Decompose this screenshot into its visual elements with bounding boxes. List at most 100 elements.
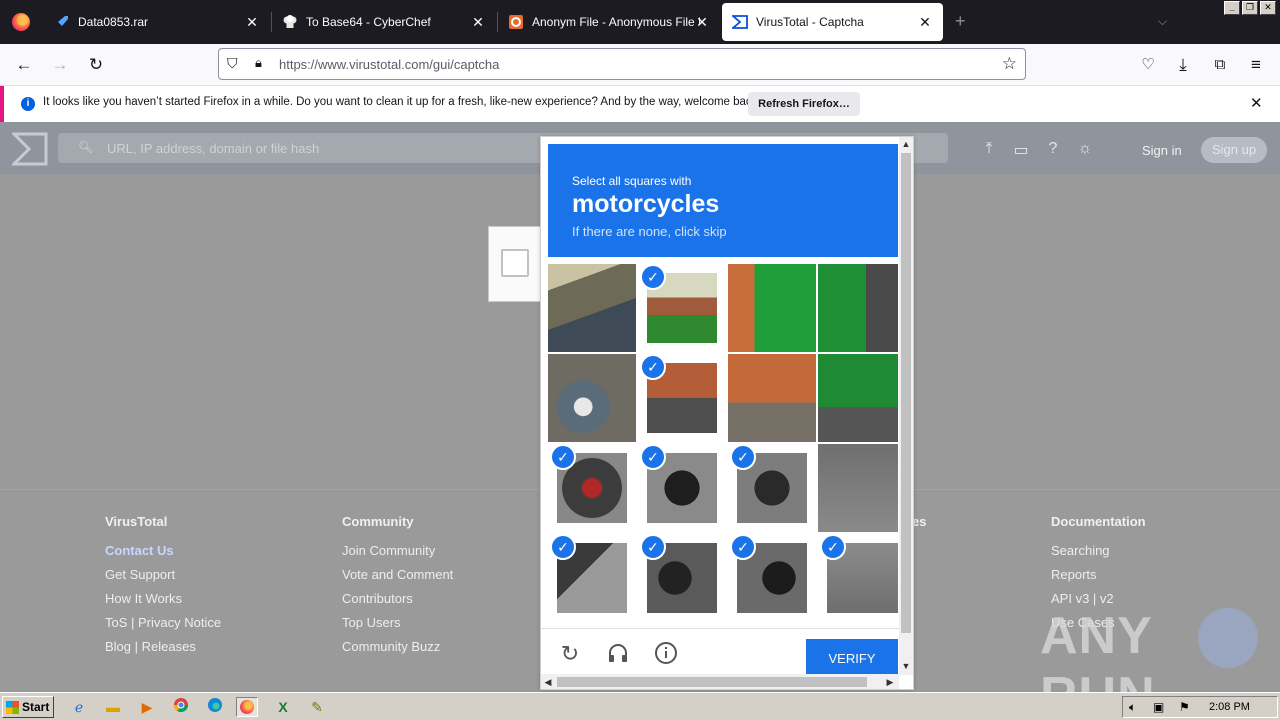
footer-heading: es (912, 514, 927, 529)
volume-icon[interactable]: 🔈︎ (1129, 700, 1136, 715)
close-window-icon[interactable]: ✕ (1260, 1, 1276, 15)
folder-icon[interactable]: ▬ (102, 697, 124, 717)
close-tab-icon[interactable]: ✕ (917, 14, 933, 30)
scroll-up-icon[interactable]: ▲ (899, 137, 913, 151)
footer-link[interactable]: Reports (1051, 567, 1146, 583)
footer-heading: Community (342, 514, 414, 529)
anyrun-chat-button[interactable] (1198, 608, 1258, 668)
footer-link[interactable]: ToS | Privacy Notice (105, 615, 221, 631)
media-player-icon[interactable]: ▶ (136, 697, 158, 717)
captcha-tile-selected[interactable]: ✓ (548, 444, 636, 532)
footer-link[interactable]: Get Support (105, 567, 221, 583)
footer-link[interactable]: API v3 | v2 (1051, 591, 1146, 607)
close-tab-icon[interactable]: ✕ (470, 14, 486, 30)
close-tab-icon[interactable]: ✕ (694, 14, 710, 30)
captcha-tile-selected[interactable]: ✓ (818, 534, 898, 622)
download-icon[interactable]: ⤓ (1173, 55, 1193, 75)
headphones-icon[interactable] (605, 641, 631, 667)
back-arrow-icon[interactable]: ← (14, 55, 34, 75)
virustotal-favicon-icon (730, 14, 748, 30)
hamburger-menu-icon[interactable]: ≡ (1246, 55, 1266, 75)
footer-link[interactable]: Contributors (342, 591, 453, 607)
theme-sun-icon[interactable]: ☼ (1076, 140, 1094, 158)
scrollbar-thumb[interactable] (901, 153, 911, 633)
scroll-down-icon[interactable]: ▼ (899, 659, 913, 673)
captcha-tile[interactable] (728, 354, 816, 442)
captcha-tile-selected[interactable]: ✓ (728, 534, 816, 622)
footer-link[interactable]: Community Buzz (342, 639, 453, 655)
lock-icon[interactable]: 🔒︎ (255, 55, 262, 71)
footer-link[interactable]: Contact Us (105, 543, 221, 559)
check-icon: ✓ (730, 444, 756, 470)
url-text[interactable]: https://www.virustotal.com/gui/captcha (279, 57, 499, 72)
scrollbar-thumb[interactable] (557, 677, 867, 687)
tab-title: VirusTotal - Captcha (756, 15, 864, 29)
footer-link[interactable]: How It Works (105, 591, 221, 607)
chat-icon[interactable]: ▭ (1012, 140, 1030, 160)
captcha-tile-selected[interactable]: ✓ (638, 354, 726, 442)
upload-icon[interactable]: ⤒ (980, 140, 998, 158)
tab-anonym-file[interactable]: Anonym File - Anonymous File Uplo ✕ (498, 3, 720, 41)
vertical-scrollbar[interactable]: ▲ ▼ (899, 137, 913, 675)
tab-virustotal-captcha[interactable]: VirusTotal - Captcha ✕ (722, 3, 943, 41)
tab-bar: Data0853.rar ✕ To Base64 - CyberChef ✕ A… (0, 0, 1280, 44)
captcha-tile-selected[interactable]: ✓ (548, 534, 636, 622)
footer-link[interactable]: Searching (1051, 543, 1146, 559)
refresh-firefox-button[interactable]: Refresh Firefox… (748, 92, 860, 116)
chrome-icon[interactable] (170, 697, 192, 717)
captcha-tile[interactable] (818, 444, 898, 532)
captcha-tile-selected[interactable]: ✓ (638, 264, 726, 352)
network-icon[interactable]: ▣ (1153, 700, 1164, 714)
shield-icon[interactable]: ⛉ (227, 55, 238, 72)
start-label: Start (22, 700, 50, 714)
excel-icon[interactable]: X (272, 697, 294, 717)
sign-in-link[interactable]: Sign in (1142, 143, 1182, 158)
footer-link[interactable]: Vote and Comment (342, 567, 453, 583)
chef-hat-icon (282, 14, 298, 30)
tab-cyberchef[interactable]: To Base64 - CyberChef ✕ (272, 3, 496, 41)
footer-link[interactable]: Blog | Releases (105, 639, 221, 655)
captcha-tile[interactable] (818, 264, 898, 352)
virustotal-logo-icon[interactable] (12, 132, 48, 166)
firefox-menu-button[interactable] (0, 0, 42, 44)
notepad-icon[interactable]: ✎ (306, 697, 328, 717)
close-tab-icon[interactable]: ✕ (244, 14, 260, 30)
footer-link[interactable]: Top Users (342, 615, 453, 631)
captcha-tile[interactable] (548, 264, 636, 352)
scroll-right-icon[interactable]: ▶ (883, 675, 897, 689)
address-bar[interactable]: ⛉ 🔒︎ https://www.virustotal.com/gui/capt… (218, 48, 1026, 80)
sign-up-button[interactable]: Sign up (1201, 137, 1267, 163)
captcha-target: motorcycles (572, 190, 720, 218)
help-icon[interactable]: ? (1044, 140, 1062, 158)
recaptcha-checkbox[interactable] (501, 249, 529, 277)
bookmark-star-icon[interactable]: ☆ (1002, 54, 1017, 74)
captcha-tile[interactable] (728, 264, 816, 352)
captcha-tile[interactable] (818, 354, 898, 442)
captcha-tile-selected[interactable]: ✓ (638, 444, 726, 532)
footer-link[interactable]: Join Community (342, 543, 453, 559)
flag-icon[interactable]: ⚑ (1179, 700, 1190, 714)
reload-icon[interactable]: ↻ (557, 641, 583, 667)
minimize-icon[interactable]: _ (1224, 1, 1240, 15)
reload-icon[interactable]: ↻ (86, 55, 106, 75)
captcha-tile-selected[interactable]: ✓ (728, 444, 816, 532)
close-icon[interactable]: ✕ (1250, 94, 1263, 112)
verify-button[interactable]: VERIFY (806, 639, 898, 679)
extensions-icon[interactable]: ⧉ (1210, 55, 1230, 75)
edge-icon[interactable] (204, 697, 226, 717)
captcha-tile-selected[interactable]: ✓ (638, 534, 726, 622)
firefox-taskbar-icon[interactable] (236, 697, 258, 717)
captcha-tile[interactable] (548, 354, 636, 442)
restore-icon[interactable]: ❐ (1242, 1, 1258, 15)
horizontal-scrollbar[interactable]: ◀ ▶ (541, 674, 899, 689)
start-button[interactable]: Start (2, 696, 54, 718)
forward-arrow-icon[interactable]: → (50, 55, 70, 75)
new-tab-icon[interactable]: + (955, 12, 966, 30)
tab-data0853[interactable]: Data0853.rar ✕ (44, 3, 270, 41)
footer-heading: VirusTotal (105, 514, 168, 529)
pocket-icon[interactable]: ♡ (1138, 55, 1158, 75)
info-icon[interactable] (653, 641, 679, 667)
internet-explorer-icon[interactable]: ℯ (68, 697, 90, 717)
scroll-left-icon[interactable]: ◀ (541, 675, 555, 689)
chevron-down-icon[interactable]: ⌵ (1158, 14, 1167, 29)
